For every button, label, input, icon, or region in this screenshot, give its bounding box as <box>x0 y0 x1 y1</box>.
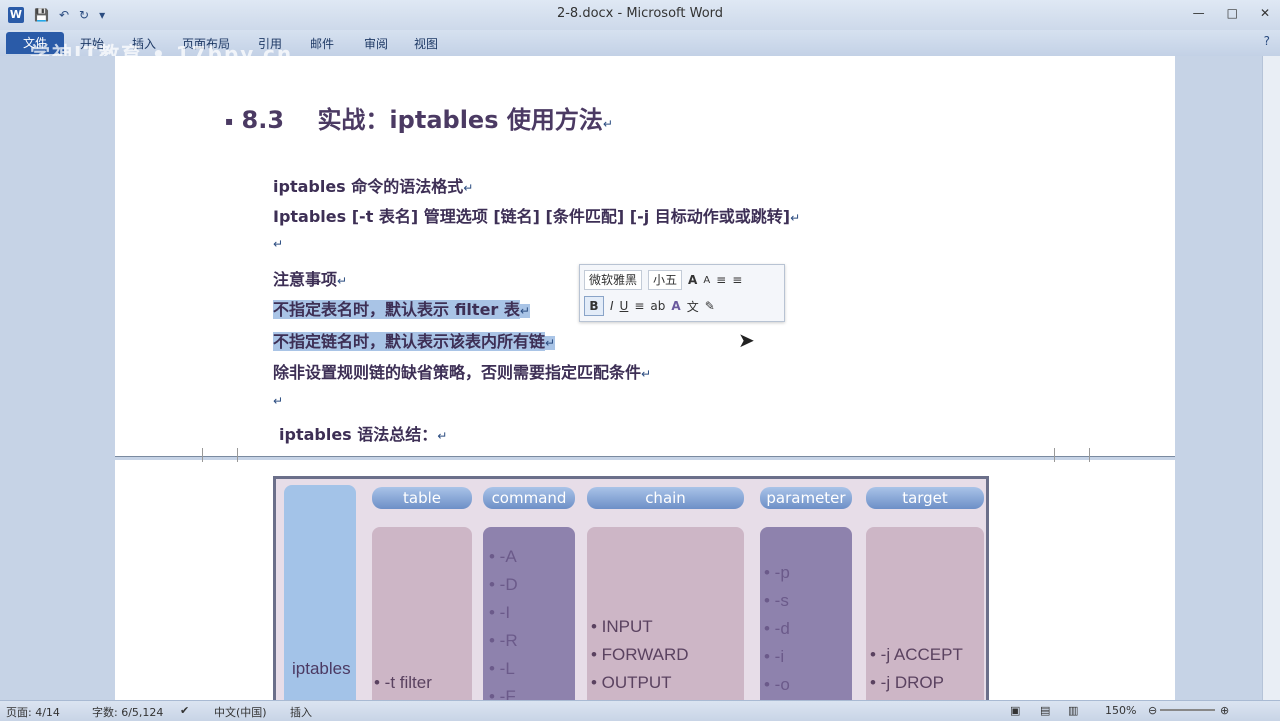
header-parameter: parameter <box>760 487 852 509</box>
increase-indent-icon[interactable]: ≡ <box>732 273 742 287</box>
center-align-icon[interactable]: ≡ <box>634 299 644 313</box>
tab-mailings[interactable]: 邮件 <box>310 35 334 52</box>
underline-button[interactable]: U <box>620 299 629 313</box>
doc-line-8[interactable]: ↵ <box>273 390 283 409</box>
print-layout-icon[interactable]: ▣ <box>1010 704 1020 717</box>
zoom-level[interactable]: 150% <box>1105 704 1136 717</box>
insert-mode[interactable]: 插入 <box>290 704 312 720</box>
font-color-icon[interactable]: A <box>671 299 680 313</box>
doc-line-1[interactable]: iptables 命令的语法格式↵ <box>273 173 473 197</box>
phonetic-guide-icon[interactable]: 文 <box>687 298 699 315</box>
doc-line-5-selected[interactable]: 不指定表名时，默认表示 filter 表↵ <box>273 296 530 320</box>
doc-line-6-selected[interactable]: 不指定链名时，默认表示该表内所有链↵ <box>273 328 556 352</box>
command-item: • -A <box>489 547 517 566</box>
command-item: • -D <box>489 575 518 594</box>
bold-button[interactable]: B <box>584 296 604 316</box>
table-item: • -t filter <box>374 673 432 692</box>
doc-line-3[interactable]: ↵ <box>273 233 283 252</box>
parameter-item: • -s <box>764 591 789 610</box>
vertical-scrollbar[interactable] <box>1262 56 1280 700</box>
chain-item: • OUTPUT <box>591 673 672 692</box>
parameter-item: • -i <box>764 647 785 666</box>
parameter-item: • -o <box>764 675 790 694</box>
format-painter-icon[interactable]: ✎ <box>705 299 715 313</box>
command-item: • -I <box>489 603 511 622</box>
page-corner-mark <box>1054 448 1090 462</box>
doc-line-7[interactable]: 除非设置规则链的缺省策略，否则需要指定匹配条件↵ <box>273 359 651 383</box>
mini-format-toolbar: 微软雅黑 小五 A A ≡ ≡ B I U ≡ ab A 文 ✎ <box>579 264 785 322</box>
tab-review[interactable]: 审阅 <box>364 35 388 52</box>
font-name-select[interactable]: 微软雅黑 <box>584 270 643 290</box>
help-icon[interactable]: ? <box>1264 34 1270 48</box>
doc-line-2[interactable]: Iptables [-t 表名] 管理选项 [链名] [条件匹配] [-j 目标… <box>273 203 800 227</box>
tab-view[interactable]: 视图 <box>414 35 438 52</box>
chain-item: • FORWARD <box>591 645 689 664</box>
maximize-button[interactable]: □ <box>1227 6 1238 20</box>
parameter-item: • -d <box>764 619 790 638</box>
minimize-button[interactable]: — <box>1193 6 1205 20</box>
target-item: • -j DROP <box>870 673 944 692</box>
proofing-icon[interactable]: ✔ <box>180 704 189 717</box>
heading-number: 8.3 <box>241 106 285 134</box>
zoom-in-icon[interactable]: ⊕ <box>1220 704 1229 717</box>
grow-font-icon[interactable]: A <box>688 273 697 287</box>
doc-line-4[interactable]: 注意事项↵ <box>273 266 347 290</box>
word-count[interactable]: 字数: 6/5,124 <box>92 704 163 720</box>
zoom-out-icon[interactable]: ⊖ <box>1148 704 1157 717</box>
header-chain: chain <box>587 487 744 509</box>
command-item: • -L <box>489 659 515 678</box>
header-table: table <box>372 487 472 509</box>
iptables-column: iptables <box>284 485 356 703</box>
full-screen-icon[interactable]: ▤ <box>1040 704 1050 717</box>
parameter-column: • -p • -s • -d • -i • -o <box>760 527 852 703</box>
status-bar: 页面: 4/14 字数: 6/5,124 ✔ 中文(中国) 插入 ▣ ▤ ▥ 1… <box>0 700 1280 721</box>
command-column: • -A • -D • -I • -R • -L • -F <box>483 527 575 706</box>
chain-column: • INPUT • FORWARD • OUTPUT <box>587 527 744 703</box>
highlight-icon[interactable]: ab <box>650 299 665 313</box>
chain-item: • INPUT <box>591 617 653 636</box>
close-button[interactable]: ✕ <box>1260 6 1270 20</box>
window-title: 2-8.docx - Microsoft Word <box>556 6 724 21</box>
section-heading[interactable]: ▪ 8.3 实战：iptables 使用方法↵ <box>225 100 613 135</box>
title-bar: W 💾 ↶ ↻ ▾ 2-8.docx - Microsoft Word — □ … <box>0 0 1280 30</box>
web-layout-icon[interactable]: ▥ <box>1068 704 1078 717</box>
target-item: • -j ACCEPT <box>870 645 963 664</box>
italic-button[interactable]: I <box>610 299 614 313</box>
command-item: • -R <box>489 631 518 650</box>
parameter-item: • -p <box>764 563 790 582</box>
font-size-select[interactable]: 小五 <box>648 270 683 290</box>
heading-text: 实战：iptables 使用方法 <box>317 106 603 134</box>
target-column: • -j ACCEPT • -j DROP <box>866 527 984 703</box>
page-count[interactable]: 页面: 4/14 <box>6 704 60 720</box>
zoom-slider[interactable] <box>1160 709 1215 711</box>
iptables-label: iptables <box>292 659 351 678</box>
window-controls: — □ ✕ <box>1193 6 1270 20</box>
header-target: target <box>866 487 984 509</box>
shrink-font-icon[interactable]: A <box>703 275 710 286</box>
doc-line-9[interactable]: iptables 语法总结：↵ <box>279 421 447 445</box>
header-command: command <box>483 487 575 509</box>
table-column: • -t filter <box>372 527 472 703</box>
iptables-syntax-diagram[interactable]: iptables table command chain parameter t… <box>273 476 989 706</box>
page-corner-mark <box>202 448 238 462</box>
language-indicator[interactable]: 中文(中国) <box>214 704 267 720</box>
decrease-indent-icon[interactable]: ≡ <box>716 273 726 287</box>
